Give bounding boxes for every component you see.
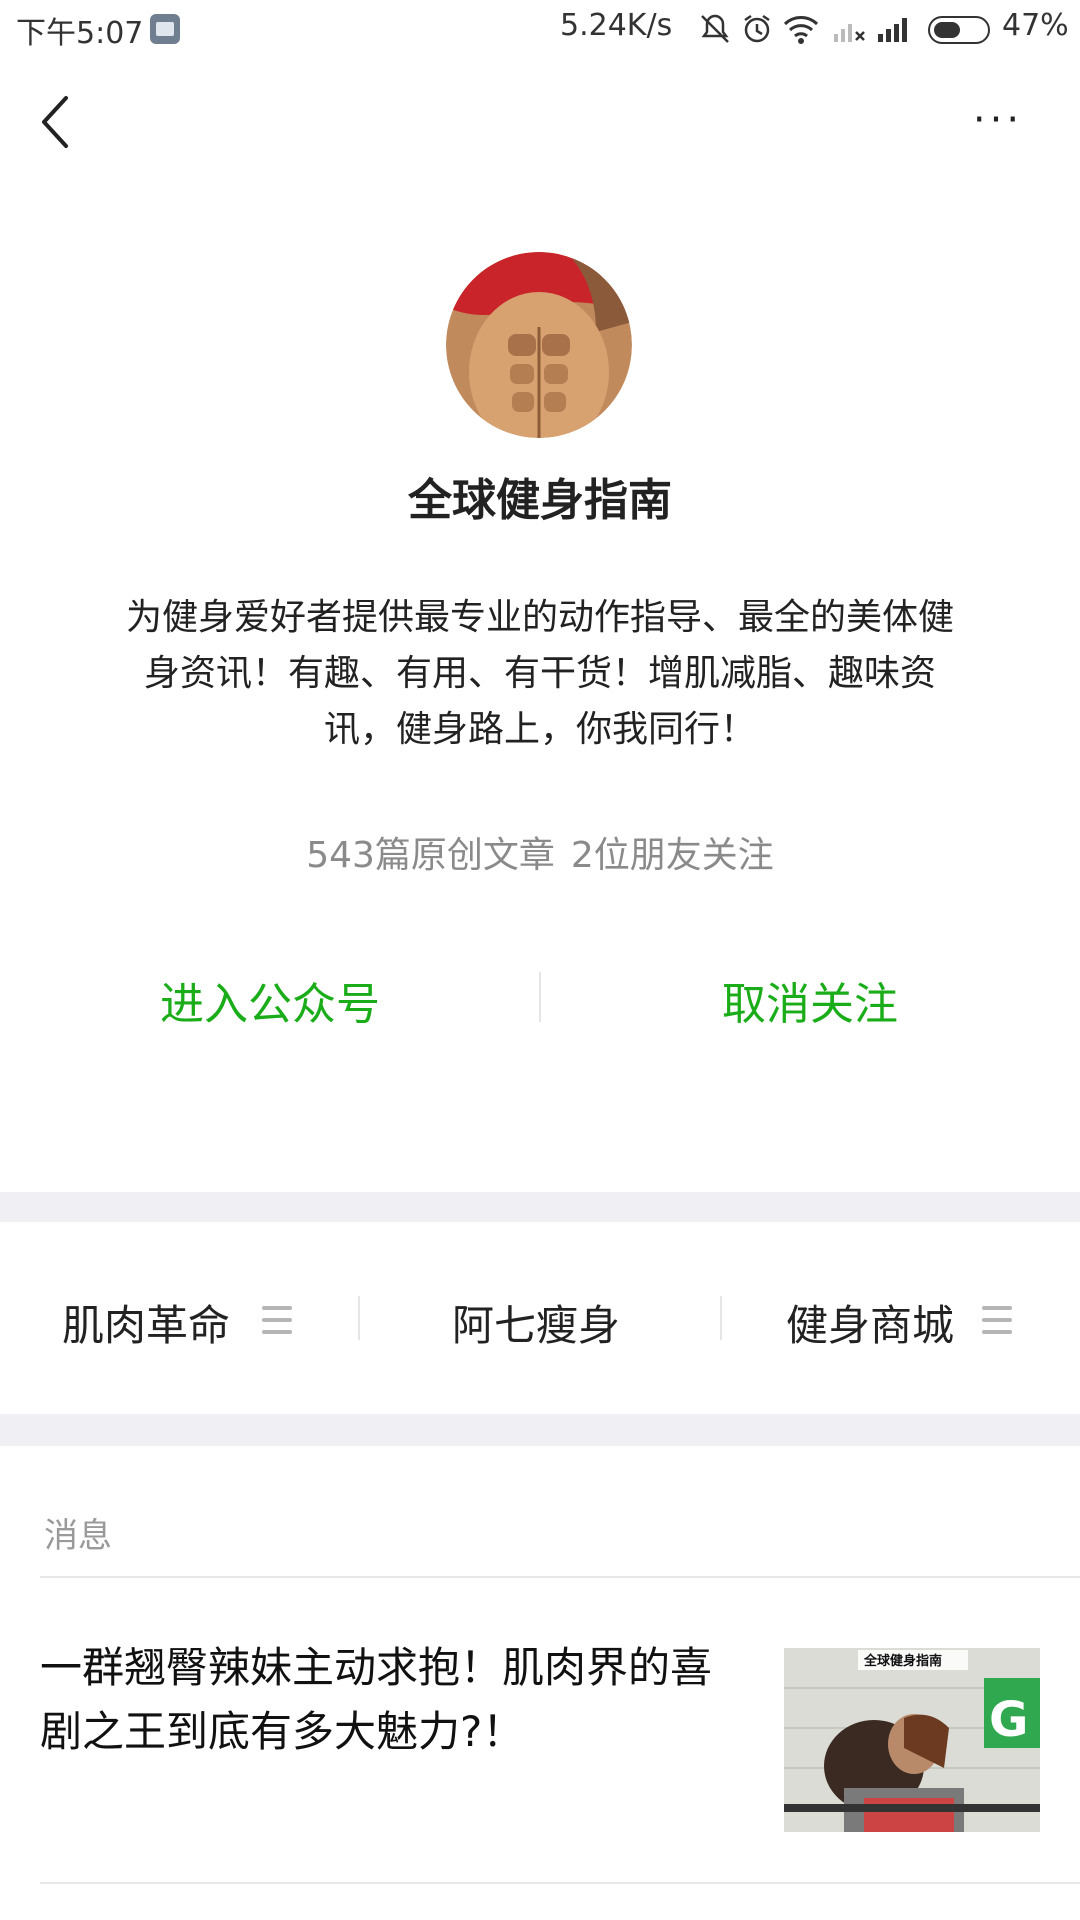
account-description: 为健身爱好者提供最专业的动作指导、最全的美体健身资讯！有趣、有用、有干货！增肌减… [125, 597, 954, 750]
menu-item-fitness-mall[interactable]: 健身商城 [786, 1292, 954, 1353]
submenu-icon[interactable] [982, 1306, 1012, 1334]
menu-divider [720, 1296, 722, 1340]
wifi-icon [783, 16, 819, 44]
avatar[interactable] [446, 252, 632, 438]
action-divider [539, 972, 541, 1022]
unfollow-button[interactable]: 取消关注 [660, 968, 960, 1032]
messages-section-label: 消息 [44, 1516, 112, 1556]
menu-item-muscle-revolution[interactable]: 肌肉革命 [62, 1292, 230, 1353]
friends-following[interactable]: 2位朋友关注 [571, 835, 774, 876]
alarm-icon [744, 14, 770, 43]
submenu-icon[interactable] [262, 1306, 292, 1334]
menu-divider [358, 1296, 360, 1340]
account-stats: 543篇原创文章 2位朋友关注 [0, 826, 1080, 878]
divider [40, 1576, 1080, 1578]
article-thumbnail[interactable]: G 全球健身指南 [784, 1648, 1040, 1832]
mute-icon [701, 14, 729, 43]
signal-no-sim-icon [834, 24, 865, 42]
battery-percent: 47% [1002, 8, 1069, 43]
section-gap [0, 1414, 1080, 1446]
svg-text:G: G [989, 1692, 1028, 1748]
signal-icon [878, 18, 907, 42]
article-count[interactable]: 543篇原创文章 [306, 835, 555, 876]
article-title[interactable]: 一群翘臀辣妹主动求抱！肌肉界的喜剧之王到底有多大魅力?！ [40, 1636, 740, 1764]
battery-icon [928, 16, 990, 44]
menu-item-aqi-slim[interactable]: 阿七瘦身 [452, 1292, 620, 1353]
enter-account-button[interactable]: 进入公众号 [120, 968, 420, 1032]
network-speed: 5.24K/s [560, 8, 673, 43]
section-gap [0, 1192, 1080, 1222]
divider [40, 1882, 1080, 1884]
thumbnail-watermark: 全球健身指南 [863, 1653, 942, 1669]
status-time: 下午5:07 [16, 16, 144, 51]
status-bar: 下午5:07 5.24K/s 47% [0, 0, 1080, 58]
notification-app-icon [150, 14, 180, 44]
back-chevron-icon[interactable] [36, 92, 76, 152]
account-name: 全球健身指南 [408, 475, 672, 526]
more-dots-icon[interactable]: ··· [968, 100, 1028, 140]
